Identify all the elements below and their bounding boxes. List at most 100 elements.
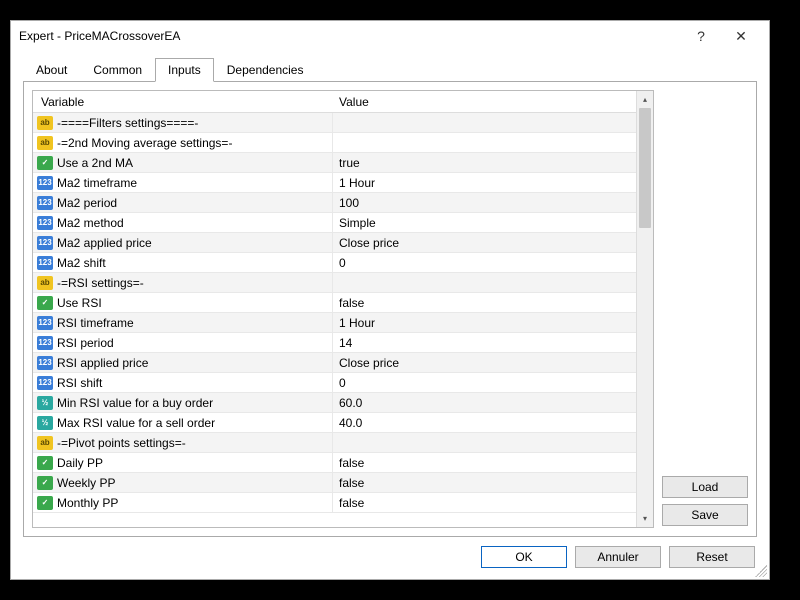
variable-label: Ma2 timeframe [57,176,137,190]
input-row[interactable]: ✓Weekly PPfalse [33,473,636,493]
input-row[interactable]: ✓Daily PPfalse [33,453,636,473]
variable-cell: 123Ma2 applied price [33,233,333,252]
value-cell[interactable]: Close price [333,356,636,370]
value-cell[interactable]: false [333,296,636,310]
variable-cell: ab -=RSI settings=- [33,273,333,292]
variable-label: Ma2 period [57,196,117,210]
value-cell[interactable]: false [333,476,636,490]
dialog-footer: OK Annuler Reset [11,543,769,579]
scroll-thumb[interactable] [639,108,651,228]
close-icon: ✕ [735,28,747,45]
input-row[interactable]: ✓Use a 2nd MAtrue [33,153,636,173]
variable-cell: 123 Ma2 timeframe [33,173,333,192]
value-cell[interactable]: false [333,496,636,510]
input-row[interactable]: ✓Monthly PPfalse [33,493,636,513]
input-row[interactable]: 123Ma2 applied priceClose price [33,233,636,253]
save-button[interactable]: Save [662,504,748,526]
input-row[interactable]: 123 Ma2 timeframe 1 Hour [33,173,636,193]
variable-label: Min RSI value for a buy order [57,396,213,410]
int-type-icon: 123 [37,356,53,370]
variable-cell: ✓Use a 2nd MA [33,153,333,172]
side-buttons: Load Save [662,90,748,528]
titlebar: Expert - PriceMACrossoverEA ? ✕ [11,21,769,51]
input-row[interactable]: ab -====Filters settings====- [33,113,636,133]
value-cell[interactable]: 14 [333,336,636,350]
value-cell[interactable]: false [333,456,636,470]
column-value[interactable]: Value [333,95,636,109]
input-row[interactable]: 123 Ma2 period 100 [33,193,636,213]
input-row[interactable]: ab-=2nd Moving average settings=- [33,133,636,153]
cancel-button[interactable]: Annuler [575,546,661,568]
variable-cell: ab-=Pivot points settings=- [33,433,333,452]
variable-cell: ½Min RSI value for a buy order [33,393,333,412]
grid-body: ab-====Filters settings====-ab-=2nd Movi… [33,113,636,527]
variable-cell: 123RSI period [33,333,333,352]
resize-grip-icon[interactable] [755,565,767,577]
int-type-icon: 123 [37,316,53,330]
variable-cell: ✓Use RSI [33,293,333,312]
variable-cell: ab -====Filters settings====- [33,113,333,132]
variable-cell: 123 RSI applied price [33,353,333,372]
input-row[interactable]: 123RSI period14 [33,333,636,353]
input-row[interactable]: 123 RSI timeframe 1 Hour [33,313,636,333]
value-cell[interactable]: 60.0 [333,396,636,410]
input-row[interactable]: 123 RSI applied price Close price [33,353,636,373]
value-cell[interactable]: Simple [333,216,636,230]
ok-button[interactable]: OK [481,546,567,568]
bool-type-icon: ✓ [37,476,53,490]
scroll-up-arrow-icon[interactable]: ▴ [637,91,653,108]
reset-button[interactable]: Reset [669,546,755,568]
variable-cell: ½Max RSI value for a sell order [33,413,333,432]
vertical-scrollbar[interactable]: ▴ ▾ [636,91,653,527]
variable-label: RSI timeframe [57,316,134,330]
tab-common[interactable]: Common [80,58,155,82]
input-row[interactable]: ab -=RSI settings=- [33,273,636,293]
expert-properties-dialog: Expert - PriceMACrossoverEA ? ✕ About Co… [10,20,770,580]
tab-inputs[interactable]: Inputs [155,58,214,82]
variable-label: Ma2 shift [57,256,106,270]
input-row[interactable]: ✓Use RSIfalse [33,293,636,313]
ab-type-icon: ab [37,276,53,290]
help-button[interactable]: ? [681,22,721,50]
variable-label: Monthly PP [57,496,118,510]
input-row[interactable]: 123Ma2 shift0 [33,253,636,273]
value-cell[interactable]: true [333,156,636,170]
variable-label: -=2nd Moving average settings=- [57,136,232,150]
variable-label: RSI period [57,336,114,350]
inputs-grid: Variable Value ab -====Filters settings==… [32,90,654,528]
column-variable[interactable]: Variable [33,95,333,109]
variable-label: -====Filters settings====- [57,116,198,130]
variable-cell: 123 Ma2 method [33,213,333,232]
input-row[interactable]: 123RSI shift0 [33,373,636,393]
load-button[interactable]: Load [662,476,748,498]
value-cell[interactable]: 100 [333,196,636,210]
input-row[interactable]: ½Max RSI value for a sell order40.0 [33,413,636,433]
input-row[interactable]: ½Min RSI value for a buy order60.0 [33,393,636,413]
value-cell[interactable]: 0 [333,256,636,270]
value-cell[interactable]: 40.0 [333,416,636,430]
tab-dependencies[interactable]: Dependencies [214,58,317,82]
tab-about[interactable]: About [23,58,80,82]
value-cell[interactable]: 1 Hour [333,316,636,330]
ab-type-icon: ab [37,116,53,130]
close-button[interactable]: ✕ [721,22,761,50]
value-cell[interactable]: 0 [333,376,636,390]
variable-cell: 123 RSI timeframe [33,313,333,332]
scroll-down-arrow-icon[interactable]: ▾ [637,510,653,527]
variable-label: Use RSI [57,296,102,310]
variable-cell: 123Ma2 shift [33,253,333,272]
int-type-icon: 123 [37,376,53,390]
variable-label: Ma2 method [57,216,124,230]
variable-cell: 123 Ma2 period [33,193,333,212]
int-type-icon: 123 [37,176,53,190]
value-cell[interactable]: 1 Hour [333,176,636,190]
variable-label: RSI applied price [57,356,148,370]
scroll-track[interactable] [637,108,653,510]
int-type-icon: 123 [37,196,53,210]
value-cell[interactable]: Close price [333,236,636,250]
int-type-icon: 123 [37,216,53,230]
input-row[interactable]: ab-=Pivot points settings=- [33,433,636,453]
variable-label: -=RSI settings=- [57,276,144,290]
input-row[interactable]: 123 Ma2 method Simple [33,213,636,233]
ab-type-icon: ab [37,436,53,450]
